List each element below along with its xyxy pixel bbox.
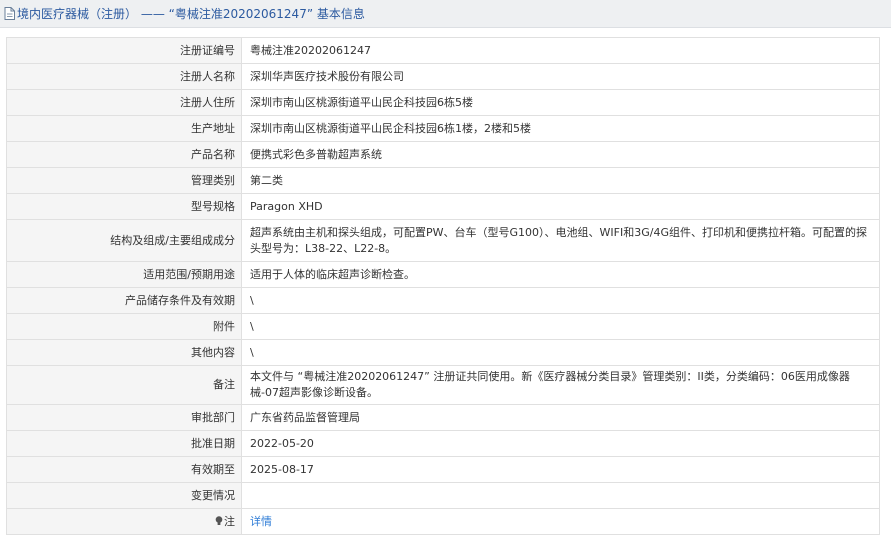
table-row: 结构及组成/主要组成成分 超声系统由主机和探头组成，可配置PW、台车（型号G10…: [6, 219, 880, 262]
row-value: \: [241, 313, 880, 340]
table-row: 备注 本文件与 “粤械注准20202061247” 注册证共同使用。新《医疗器械…: [6, 365, 880, 405]
table-row: 变更情况: [6, 482, 880, 509]
document-icon: [4, 7, 15, 20]
row-label: 审批部门: [6, 404, 242, 431]
row-value: \: [241, 339, 880, 366]
table-row: 管理类别 第二类: [6, 167, 880, 194]
row-value: \: [241, 287, 880, 314]
row-label: 注册证编号: [6, 37, 242, 64]
table-row: 型号规格 Paragon XHD: [6, 193, 880, 220]
row-label: 产品储存条件及有效期: [6, 287, 242, 314]
row-value: 便携式彩色多普勒超声系统: [241, 141, 880, 168]
table-row: 注册人名称 深圳华声医疗技术股份有限公司: [6, 63, 880, 90]
row-value: 粤械注准20202061247: [241, 37, 880, 64]
row-value: 2025-08-17: [241, 456, 880, 483]
row-label: 型号规格: [6, 193, 242, 220]
note-label: 注: [224, 514, 235, 528]
row-label: 备注: [6, 365, 242, 405]
row-label: 适用范围/预期用途: [6, 261, 242, 288]
table-row: 批准日期 2022-05-20: [6, 430, 880, 457]
row-label: 附件: [6, 313, 242, 340]
row-label: 产品名称: [6, 141, 242, 168]
row-value: 2022-05-20: [241, 430, 880, 457]
row-label: 批准日期: [6, 430, 242, 457]
table-row-note: 注 详情: [6, 508, 880, 535]
table-row: 适用范围/预期用途 适用于人体的临床超声诊断检查。: [6, 261, 880, 288]
table-row: 生产地址 深圳市南山区桃源街道平山民企科技园6栋1楼，2楼和5楼: [6, 115, 880, 142]
note-label-cell: 注: [6, 508, 242, 535]
row-value: 超声系统由主机和探头组成，可配置PW、台车（型号G100）、电池组、WIFI和3…: [241, 219, 880, 262]
table-row: 注册证编号 粤械注准20202061247: [6, 37, 880, 64]
table-row: 注册人住所 深圳市南山区桃源街道平山民企科技园6栋5楼: [6, 89, 880, 116]
page-title: 境内医疗器械（注册） —— “粤械注准20202061247” 基本信息: [17, 7, 365, 21]
details-link[interactable]: 详情: [250, 515, 272, 528]
row-value: 深圳市南山区桃源街道平山民企科技园6栋5楼: [241, 89, 880, 116]
note-value-cell: 详情: [241, 508, 880, 535]
lightbulb-icon: [215, 515, 223, 526]
row-label: 注册人名称: [6, 63, 242, 90]
row-label: 结构及组成/主要组成成分: [6, 219, 242, 262]
row-label: 变更情况: [6, 482, 242, 509]
row-value: 深圳市南山区桃源街道平山民企科技园6栋1楼，2楼和5楼: [241, 115, 880, 142]
table-row: 产品储存条件及有效期 \: [6, 287, 880, 314]
row-label: 注册人住所: [6, 89, 242, 116]
row-label: 生产地址: [6, 115, 242, 142]
row-value: 深圳华声医疗技术股份有限公司: [241, 63, 880, 90]
row-value: [241, 482, 880, 509]
row-value: 本文件与 “粤械注准20202061247” 注册证共同使用。新《医疗器械分类目…: [241, 365, 880, 405]
table-row: 其他内容 \: [6, 339, 880, 366]
row-value: 第二类: [241, 167, 880, 194]
row-value: 适用于人体的临床超声诊断检查。: [241, 261, 880, 288]
table-row: 审批部门 广东省药品监督管理局: [6, 404, 880, 431]
table-row: 产品名称 便携式彩色多普勒超声系统: [6, 141, 880, 168]
row-label: 有效期至: [6, 456, 242, 483]
table-row: 有效期至 2025-08-17: [6, 456, 880, 483]
row-label: 管理类别: [6, 167, 242, 194]
row-value: 广东省药品监督管理局: [241, 404, 880, 431]
row-label: 其他内容: [6, 339, 242, 366]
row-value: Paragon XHD: [241, 193, 880, 220]
page-header: 境内医疗器械（注册） —— “粤械注准20202061247” 基本信息: [0, 0, 891, 28]
table-row: 附件 \: [6, 313, 880, 340]
info-table: 注册证编号 粤械注准20202061247 注册人名称 深圳华声医疗技术股份有限…: [6, 37, 880, 535]
